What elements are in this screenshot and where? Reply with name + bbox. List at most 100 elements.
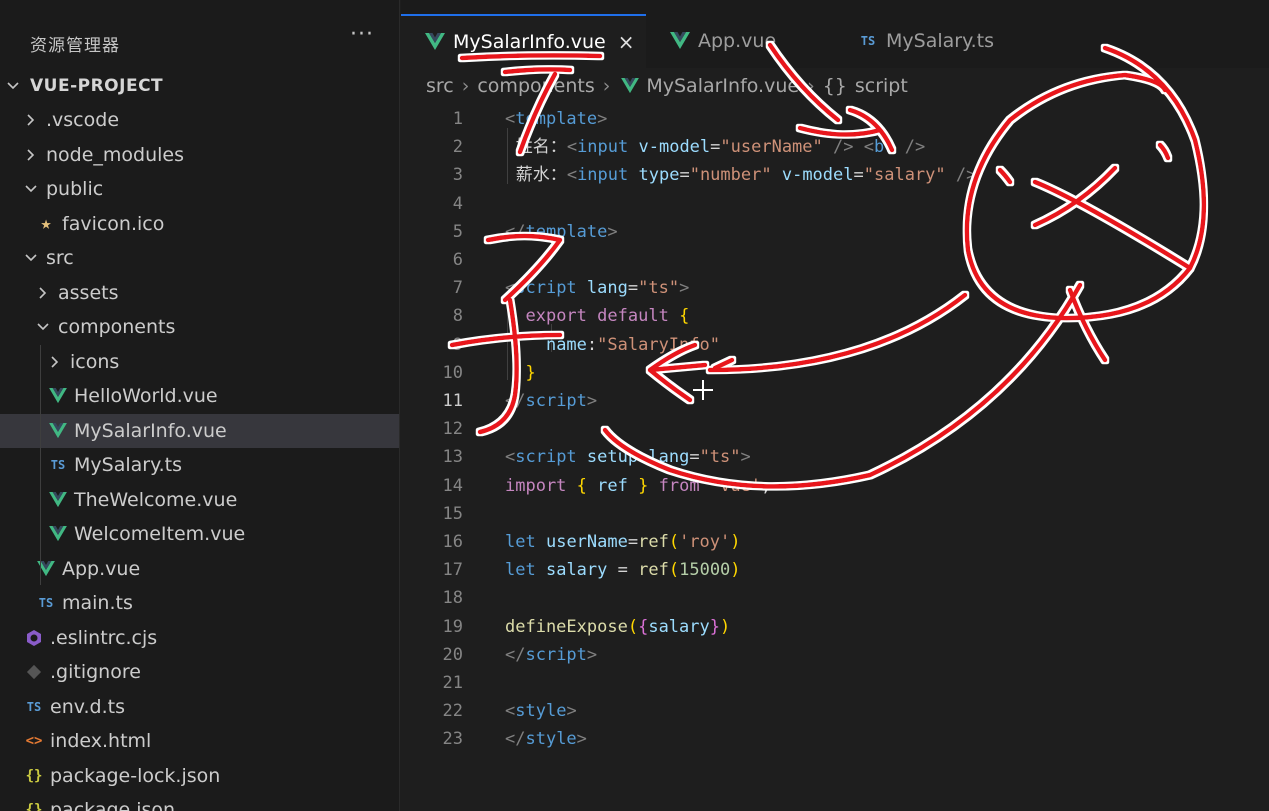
- breadcrumb-symbol[interactable]: script: [855, 75, 908, 97]
- code-line: 1 <template>: [401, 105, 1269, 133]
- code-line: 21: [401, 669, 1269, 697]
- folder-node-modules[interactable]: node_modules: [0, 138, 399, 172]
- tree-item-label: package-lock.json: [50, 764, 221, 787]
- code-line: 5 </template>: [401, 218, 1269, 246]
- breadcrumb-components[interactable]: components: [477, 75, 594, 97]
- folder-vscode[interactable]: .vscode: [0, 103, 399, 137]
- typescript-icon: TS: [50, 458, 66, 472]
- file-mysalarinfo-vue[interactable]: MySalarInfo.vue: [0, 413, 399, 448]
- git-icon: [22, 662, 46, 682]
- chevron-down-icon: [22, 251, 40, 265]
- vue-icon: [423, 32, 447, 52]
- code-editor[interactable]: 1 <template> 2 姓名：<input v-model="userName…: [401, 104, 1269, 811]
- code-token: input: [577, 137, 629, 158]
- code-token: </: [505, 221, 526, 242]
- breadcrumb-file[interactable]: MySalarInfo.vue: [646, 75, 799, 97]
- folder-icons[interactable]: icons: [0, 345, 399, 379]
- code-text: defineExpose({salary}): [505, 613, 730, 641]
- tree-item-label: favicon.ico: [62, 212, 165, 235]
- chevron-right-icon: [34, 286, 52, 300]
- tree-item-label: WelcomeItem.vue: [74, 523, 246, 545]
- line-number: 18: [442, 588, 463, 609]
- tree-item-label: node_modules: [46, 143, 185, 166]
- code-token: 薪水：: [505, 165, 567, 186]
- file-package-json[interactable]: {} package.json: [0, 793, 399, 811]
- code-token: </: [505, 391, 526, 411]
- line-number: 12: [442, 419, 463, 440]
- tree-item-label: .vscode: [46, 109, 120, 131]
- vue-icon: [34, 559, 58, 579]
- tree-item-label: src: [46, 247, 74, 269]
- folder-public[interactable]: public: [0, 172, 399, 206]
- close-icon[interactable]: ×: [618, 30, 635, 54]
- file-app-vue[interactable]: App.vue: [0, 552, 399, 586]
- code-token: import: [505, 475, 567, 496]
- file-index-html[interactable]: <> index.html: [0, 724, 399, 758]
- json-icon: {}: [25, 802, 43, 811]
- code-token: "salary": [863, 165, 946, 186]
- more-actions-button[interactable]: ···: [350, 22, 374, 47]
- file-favicon-ico[interactable]: ★ favicon.ico: [0, 207, 399, 241]
- tab-mysalary-ts[interactable]: TS MySalary.ts: [834, 14, 1039, 68]
- code-token: style: [515, 701, 567, 722]
- line-number: 23: [442, 729, 463, 750]
- chevron-right-icon: ›: [602, 75, 611, 97]
- file-gitignore[interactable]: .gitignore: [0, 655, 399, 689]
- code-text: <script setup lang="ts">: [505, 443, 751, 471]
- code-line: 17 let salary = ref(15000): [401, 556, 1269, 584]
- code-token: type: [638, 165, 680, 186]
- code-line: 4: [401, 190, 1269, 218]
- code-token: >: [607, 221, 618, 242]
- file-mysalary-ts[interactable]: TS MySalary.ts: [0, 448, 399, 482]
- project-root[interactable]: VUE-PROJECT: [0, 69, 399, 103]
- code-token: script: [515, 278, 577, 299]
- file-welcomeitem-vue[interactable]: WelcomeItem.vue: [0, 517, 399, 551]
- code-token: ): [730, 532, 741, 552]
- code-token: </: [505, 729, 526, 750]
- breadcrumb-src[interactable]: src: [426, 75, 454, 97]
- code-token: template: [525, 221, 608, 242]
- line-number: 9: [452, 334, 463, 355]
- tab-mysalarinfo[interactable]: MySalarInfo.vue ×: [401, 14, 646, 68]
- tab-app-vue[interactable]: App.vue: [646, 14, 834, 68]
- file-eslintrc-cjs[interactable]: .eslintrc.cjs: [0, 621, 399, 655]
- folder-components[interactable]: components: [0, 310, 399, 344]
- tree-item-label: TheWelcome.vue: [74, 488, 238, 511]
- code-line: 11 </script>: [401, 387, 1269, 415]
- line-number: 16: [442, 532, 463, 552]
- vue-icon: [618, 76, 642, 96]
- code-token: =: [710, 137, 721, 158]
- line-number: 8: [452, 306, 463, 327]
- folder-assets[interactable]: assets: [0, 276, 399, 310]
- file-package-lock-json[interactable]: {} package-lock.json: [0, 759, 399, 793]
- line-number: 10: [442, 362, 463, 383]
- code-token: "SalaryInfo": [597, 334, 720, 355]
- tree-item-label: icons: [70, 350, 120, 373]
- tab-label: MySalarInfo.vue: [453, 31, 606, 53]
- file-thewelcome-vue[interactable]: TheWelcome.vue: [0, 483, 399, 517]
- explorer-sidebar: 资源管理器 ··· VUE-PROJECT .vscode node_module…: [0, 0, 400, 811]
- code-token: name: [545, 334, 587, 355]
- file-env-d-ts[interactable]: TS env.d.ts: [0, 690, 399, 724]
- tree-item-label: public: [46, 178, 104, 200]
- file-helloworld-vue[interactable]: HelloWorld.vue: [0, 379, 399, 413]
- explorer-title: 资源管理器: [30, 36, 120, 56]
- code-token: >: [586, 391, 598, 411]
- code-text: <style>: [505, 697, 577, 725]
- code-token: salary: [545, 560, 608, 581]
- line-number: 19: [442, 616, 463, 637]
- folder-src[interactable]: src: [0, 241, 399, 275]
- code-token: from: [658, 475, 700, 496]
- vue-icon: [46, 524, 70, 544]
- file-main-ts[interactable]: TS main.ts: [0, 586, 399, 620]
- code-line: 13 <script setup lang="ts">: [401, 443, 1269, 471]
- chevron-right-icon: [22, 113, 40, 127]
